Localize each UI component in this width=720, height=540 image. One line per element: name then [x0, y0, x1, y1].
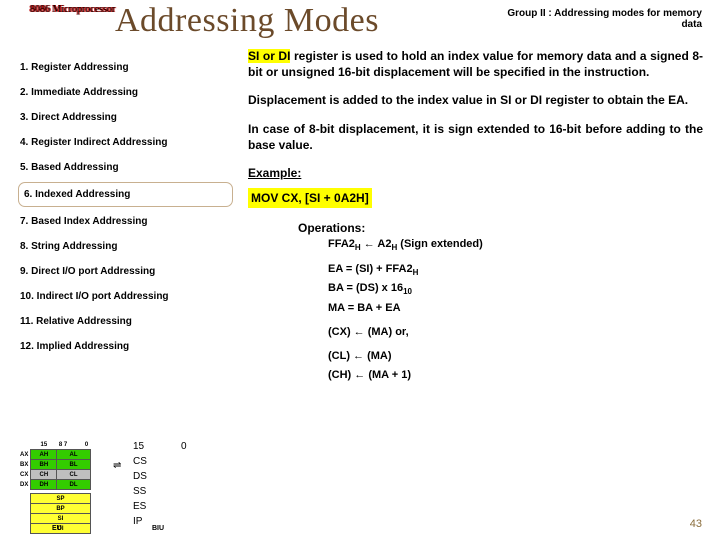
operations-label: Operations:: [298, 220, 703, 236]
op-line-ba: BA = (DS) x 1610: [328, 281, 703, 297]
list-item: 5. Based Addressing: [18, 155, 233, 180]
chip-label: 8086 Microprocessor: [30, 4, 115, 15]
op-line-ch: (CH) ← (MA + 1): [328, 368, 703, 383]
list-item: 6. Indexed Addressing: [18, 182, 233, 207]
biu-label: BIU: [152, 525, 164, 532]
example-code: MOV CX, [SI + 0A2H]: [248, 188, 372, 208]
op-line-cx: (CX) ← (MA) or,: [328, 325, 703, 340]
list-item: 4. Register Indirect Addressing: [18, 130, 233, 155]
example-label: Example:: [248, 165, 703, 181]
list-item: 3. Direct Addressing: [18, 105, 233, 130]
list-item: 11. Relative Addressing: [18, 309, 233, 334]
paragraph-2: Displacement is added to the index value…: [248, 92, 703, 108]
op-line-ea: EA = (SI) + FFA2H: [328, 262, 703, 278]
page-title: Addressing Modes: [115, 2, 379, 40]
operations-block: FFA2H ← A2H (Sign extended) EA = (SI) + …: [328, 237, 703, 384]
content-area: SI or DI register is used to hold an ind…: [248, 48, 703, 386]
list-item: 2. Immediate Addressing: [18, 80, 233, 105]
paragraph-3: In case of 8-bit displacement, it is sig…: [248, 121, 703, 153]
list-item: 9. Direct I/O port Addressing: [18, 259, 233, 284]
list-item: 10. Indirect I/O port Addressing: [18, 284, 233, 309]
page-number: 43: [690, 518, 702, 530]
list-item: 1. Register Addressing: [18, 55, 233, 80]
paragraph-1-text: register is used to hold an index value …: [248, 49, 703, 79]
list-item: 8. String Addressing: [18, 234, 233, 259]
biu-diagram: 150CSDSSSESIP: [130, 438, 190, 530]
eu-label: EU: [52, 525, 62, 532]
paragraph-1: SI or DI register is used to hold an ind…: [248, 48, 703, 80]
op-line-cl: (CL) ← (MA): [328, 349, 703, 364]
op-line-ma: MA = BA + EA: [328, 301, 703, 316]
bus-icon: ⇌: [113, 460, 121, 471]
highlight-text: SI or DI: [248, 49, 290, 63]
list-item: 12. Implied Addressing: [18, 334, 233, 359]
mode-list: 1. Register Addressing2. Immediate Addre…: [18, 55, 233, 359]
list-item: 7. Based Index Addressing: [18, 209, 233, 234]
op-line-signext: FFA2H ← A2H (Sign extended): [328, 237, 703, 253]
group-label: Group II : Addressing modes for memory d…: [502, 8, 702, 30]
